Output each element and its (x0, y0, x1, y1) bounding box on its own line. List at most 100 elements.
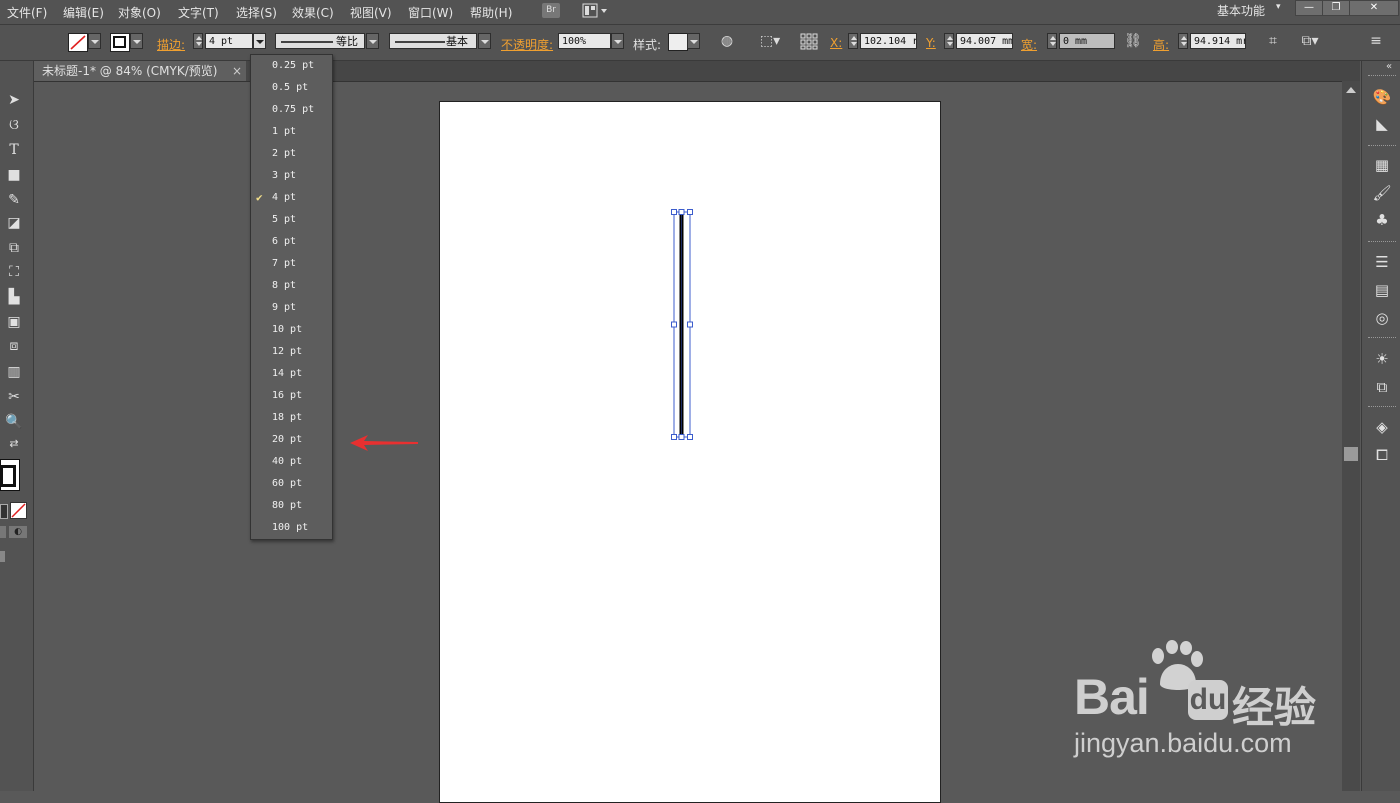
stroke-swatch-icon[interactable] (110, 33, 130, 52)
pencil-tool-icon[interactable]: ✎ (3, 190, 25, 210)
scroll-up-arrow-icon[interactable] (1346, 87, 1356, 93)
close-button[interactable]: ✕ (1349, 0, 1399, 16)
scale-tool-icon[interactable]: ⧉ (3, 238, 25, 258)
width-field[interactable]: 0 mm (1059, 33, 1115, 49)
recolor-artwork-icon[interactable]: ◍ (718, 33, 736, 50)
none-swatch-icon[interactable] (10, 502, 27, 519)
selection-tool-icon[interactable]: ➤ (3, 90, 25, 110)
transparency-panel-icon[interactable]: ◎ (1371, 307, 1393, 329)
align-options-icon[interactable]: ⬚▾ (757, 33, 783, 50)
free-transform-tool-icon[interactable]: ⛶ (3, 262, 25, 282)
width-label[interactable]: 宽: (1021, 36, 1037, 53)
y-label[interactable]: Y: (926, 36, 936, 50)
menu-select[interactable]: 选择(S) (236, 4, 277, 21)
stroke-option[interactable]: 100 pt (251, 517, 332, 539)
stroke-option[interactable]: 6 pt (251, 231, 332, 253)
stroke-option[interactable]: 3 pt (251, 165, 332, 187)
minimize-button[interactable]: — (1295, 0, 1323, 16)
x-stepper[interactable] (848, 33, 858, 49)
x-label[interactable]: X: (830, 36, 842, 50)
width-stepper[interactable] (1047, 33, 1057, 49)
menu-edit[interactable]: 编辑(E) (63, 4, 104, 21)
stroke-panel-icon[interactable]: ☰ (1371, 251, 1393, 273)
opacity-field[interactable]: 100% (558, 33, 611, 49)
x-field[interactable]: 102.104 r (860, 33, 917, 49)
opacity-label[interactable]: 不透明度: (501, 36, 553, 53)
stroke-option[interactable]: 8 pt (251, 275, 332, 297)
stroke-option[interactable]: 60 pt (251, 473, 332, 495)
style-dropdown-arrow[interactable] (687, 33, 700, 49)
gradient-tool-icon[interactable]: ▣ (3, 312, 25, 332)
swap-colors-icon[interactable]: ⇄ (3, 434, 25, 454)
appearance-panel-icon[interactable]: ☀ (1371, 348, 1393, 370)
fill-swatch-icon[interactable] (68, 33, 88, 52)
tab-close-icon[interactable]: × (232, 61, 242, 81)
stroke-color-box[interactable] (0, 465, 16, 487)
panel-menu-icon[interactable]: ≡ (1367, 33, 1385, 50)
stroke-option[interactable]: 1 pt (251, 121, 332, 143)
restore-button[interactable]: ❐ (1322, 0, 1350, 16)
symbols-panel-icon[interactable]: ♣ (1371, 209, 1393, 231)
stroke-weight-field[interactable]: 4 pt (205, 33, 253, 49)
menu-view[interactable]: 视图(V) (350, 4, 392, 21)
menu-type[interactable]: 文字(T) (178, 4, 219, 21)
selected-stroke-line[interactable] (668, 206, 698, 444)
opacity-dropdown-arrow[interactable] (611, 33, 624, 49)
layers-panel-icon[interactable]: ◈ (1371, 416, 1393, 438)
graphic-style-swatch[interactable] (668, 33, 688, 51)
stroke-option[interactable]: 0.5 pt (251, 77, 332, 99)
artboards-panel-icon[interactable]: ⧠ (1371, 444, 1393, 466)
brushes-panel-icon[interactable]: 🖌 (1371, 182, 1393, 204)
color-guide-icon[interactable]: ◣ (1371, 113, 1393, 135)
variable-width-profile[interactable]: 等比 (275, 33, 365, 49)
stroke-option[interactable]: 5 pt (251, 209, 332, 231)
menu-effect[interactable]: 效果(C) (292, 4, 334, 21)
profile-dropdown-arrow[interactable] (366, 33, 379, 49)
brush-definition[interactable]: 基本 (389, 33, 477, 49)
stroke-option[interactable]: 14 pt (251, 363, 332, 385)
workspace-switcher[interactable]: 基本功能 (1217, 2, 1265, 19)
eraser-tool-icon[interactable]: ◪ (3, 213, 25, 233)
stroke-option[interactable]: 12 pt (251, 341, 332, 363)
workspace-chevron-icon[interactable]: ▾ (1276, 2, 1281, 12)
zoom-tool-icon[interactable]: 🔍 (3, 412, 25, 432)
column-graph-tool-icon[interactable]: ▥ (3, 362, 25, 382)
isolate-group-icon[interactable]: ⧉▾ (1295, 33, 1325, 50)
stroke-option[interactable]: 9 pt (251, 297, 332, 319)
screen-mode-button[interactable] (0, 551, 5, 562)
y-field[interactable]: 94.007 mm (956, 33, 1013, 49)
stroke-option[interactable]: 7 pt (251, 253, 332, 275)
height-stepper[interactable] (1178, 33, 1188, 49)
stroke-option[interactable]: 0.25 pt (251, 55, 332, 77)
fill-dropdown-arrow[interactable] (88, 33, 101, 49)
arrange-documents-icon[interactable] (582, 3, 610, 19)
stroke-option[interactable]: 80 pt (251, 495, 332, 517)
constrain-proportions-icon[interactable]: ⛓ (1124, 33, 1142, 50)
height-label[interactable]: 高: (1153, 36, 1169, 53)
scrollbar-thumb[interactable] (1344, 447, 1358, 461)
menu-file[interactable]: 文件(F) (7, 4, 47, 21)
collapse-panels-icon[interactable]: « (1386, 61, 1392, 72)
document-tab[interactable]: 未标题-1* @ 84% (CMYK/预览) × (34, 61, 246, 81)
transform-icon[interactable]: ⌗ (1264, 33, 1282, 50)
stroke-weight-stepper[interactable] (193, 33, 203, 49)
stroke-weight-dropdown-arrow[interactable] (253, 33, 266, 49)
menu-window[interactable]: 窗口(W) (408, 4, 453, 21)
type-tool-icon[interactable]: T (3, 140, 25, 160)
bridge-button[interactable]: Br (542, 3, 560, 18)
gradient-panel-icon[interactable]: ▤ (1371, 279, 1393, 301)
stroke-option[interactable]: 2 pt (251, 143, 332, 165)
stroke-option-selected[interactable]: ✔ 4 pt (251, 187, 332, 209)
y-stepper[interactable] (944, 33, 954, 49)
stroke-color-dropdown-arrow[interactable] (130, 33, 143, 49)
draw-mode-button[interactable] (0, 526, 6, 538)
menu-object[interactable]: 对象(O) (118, 4, 161, 21)
graph-tool-icon[interactable]: ▙ (3, 287, 25, 307)
graphic-styles-panel-icon[interactable]: ⧉ (1371, 376, 1393, 398)
shape-builder-tool-icon[interactable]: ⧈ (3, 336, 25, 356)
lasso-tool-icon[interactable]: ଓ (3, 115, 25, 135)
draw-behind-icon[interactable]: ◐ (9, 526, 27, 538)
reference-point-icon[interactable] (800, 33, 818, 50)
menu-help[interactable]: 帮助(H) (470, 4, 512, 21)
color-mode-button[interactable] (0, 504, 8, 519)
